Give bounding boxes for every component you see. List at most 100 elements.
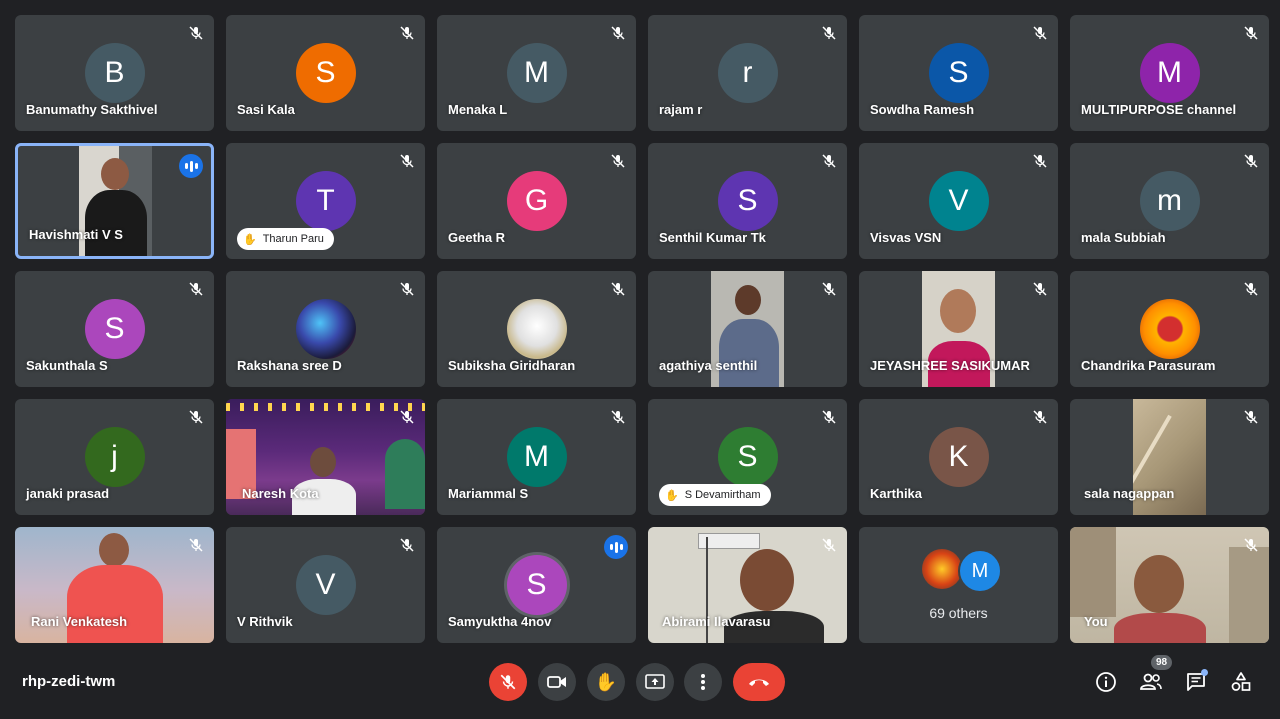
participant-tile[interactable]: Abirami Ilavarasu	[648, 527, 847, 643]
participant-name: Senthil Kumar Tk	[659, 230, 766, 245]
mic-off-icon	[189, 410, 203, 424]
avatar: V	[295, 555, 356, 615]
mic-off-icon	[822, 538, 836, 552]
chat-unread-dot	[1201, 669, 1208, 676]
participant-tile[interactable]: B Banumathy Sakthivel	[15, 15, 214, 131]
people-button[interactable]	[1137, 668, 1165, 696]
mic-off-icon	[611, 410, 625, 424]
avatar: K	[928, 427, 989, 487]
participant-tile[interactable]: Rani Venkatesh	[15, 527, 214, 643]
others-tile[interactable]: M 69 others	[859, 527, 1058, 643]
avatar: M	[506, 43, 567, 103]
present-screen-icon	[645, 674, 665, 689]
speaking-indicator-icon	[179, 154, 203, 178]
more-options-button[interactable]	[684, 663, 722, 701]
mic-toggle-button[interactable]	[489, 663, 527, 701]
mic-off-icon	[1244, 410, 1258, 424]
activities-button[interactable]	[1227, 668, 1255, 696]
raised-hand-icon: ✋	[243, 233, 257, 246]
participant-tile[interactable]: agathiya senthil	[648, 271, 847, 387]
mic-off-icon	[400, 282, 414, 296]
participant-tile[interactable]: Subiksha Giridharan	[437, 271, 636, 387]
leave-call-button[interactable]	[733, 663, 785, 701]
mic-off-icon	[400, 410, 414, 424]
mic-off-icon	[822, 282, 836, 296]
mic-off-icon	[1244, 538, 1258, 552]
participant-name: janaki prasad	[26, 486, 110, 501]
avatar: S	[717, 427, 778, 487]
participant-tile[interactable]: Naresh Kota	[226, 399, 425, 515]
participant-tile[interactable]: M MULTIPURPOSE channel	[1070, 15, 1269, 131]
participant-name: Sowdha Ramesh	[870, 102, 975, 117]
avatar: V	[928, 171, 989, 231]
avatar: M	[958, 549, 1002, 593]
participant-name: Menaka L	[448, 102, 508, 117]
avatar: S	[506, 555, 567, 615]
participant-name: Mariammal S	[448, 486, 529, 501]
meeting-details-button[interactable]	[1092, 668, 1120, 696]
avatar: r	[717, 43, 778, 103]
info-icon	[1096, 672, 1116, 692]
participant-tile[interactable]: S Sowdha Ramesh	[859, 15, 1058, 131]
participant-name: Chandrika Parasuram	[1081, 358, 1216, 373]
participant-tile[interactable]: sala nagappan	[1070, 399, 1269, 515]
participant-tile[interactable]: j janaki prasad	[15, 399, 214, 515]
mic-off-icon	[400, 538, 414, 552]
participant-tile[interactable]: r rajam r	[648, 15, 847, 131]
participant-tile[interactable]: S ✋ S Devamirtham	[648, 399, 847, 515]
participant-tile[interactable]: G Geetha R	[437, 143, 636, 259]
avatar: S	[84, 299, 145, 359]
participant-tile[interactable]: M Mariammal S	[437, 399, 636, 515]
avatar-image	[922, 549, 962, 589]
mic-off-icon	[822, 410, 836, 424]
participant-tile[interactable]: T ✋ Tharun Paru	[226, 143, 425, 259]
participant-name: Subiksha Giridharan	[448, 358, 576, 373]
mic-off-icon	[1033, 154, 1047, 168]
participant-name: Geetha R	[448, 230, 506, 245]
participant-tile[interactable]: M Menaka L	[437, 15, 636, 131]
activities-shapes-icon	[1231, 672, 1251, 691]
participant-tile[interactable]: K Karthika	[859, 399, 1058, 515]
camera-toggle-button[interactable]	[538, 663, 576, 701]
mic-off-icon	[1033, 410, 1047, 424]
participant-tile[interactable]: V V Rithvik	[226, 527, 425, 643]
mic-off-icon	[189, 538, 203, 552]
avatar: j	[84, 427, 145, 487]
participant-tile-speaking[interactable]: S Samyuktha 4nov	[437, 527, 636, 643]
mic-off-icon	[1244, 26, 1258, 40]
raise-hand-button[interactable]: ✋	[587, 663, 625, 701]
self-tile[interactable]: You	[1070, 527, 1269, 643]
mic-off-icon	[189, 26, 203, 40]
participant-name: mala Subbiah	[1081, 230, 1166, 245]
present-screen-button[interactable]	[636, 663, 674, 701]
participant-tile-speaking[interactable]: Havishmati V S	[15, 143, 214, 259]
mic-off-icon	[189, 282, 203, 296]
participant-name: Sasi Kala	[237, 102, 295, 117]
avatar: S	[928, 43, 989, 103]
mic-off-icon	[611, 154, 625, 168]
avatar: M	[1139, 43, 1200, 103]
avatar: m	[1139, 171, 1200, 231]
others-avatars: M	[922, 549, 1002, 593]
participant-tile[interactable]: Rakshana sree D	[226, 271, 425, 387]
mic-off-icon	[1244, 154, 1258, 168]
participant-tile[interactable]: Chandrika Parasuram	[1070, 271, 1269, 387]
mic-off-icon	[400, 26, 414, 40]
avatar-image	[295, 299, 356, 359]
participant-tile[interactable]: V Visvas VSN	[859, 143, 1058, 259]
participant-tile[interactable]: m mala Subbiah	[1070, 143, 1269, 259]
mic-off-icon	[822, 26, 836, 40]
participant-name: agathiya senthil	[659, 358, 758, 373]
avatar: T	[295, 171, 356, 231]
participant-tile[interactable]: S Sakunthala S	[15, 271, 214, 387]
participant-name: Tharun Paru	[262, 233, 324, 245]
participant-name: You	[1084, 614, 1108, 629]
participant-tile[interactable]: S Sasi Kala	[226, 15, 425, 131]
avatar: G	[506, 171, 567, 231]
mic-off-icon	[1033, 26, 1047, 40]
raised-hand-icon: ✋	[665, 489, 679, 502]
participant-name: S Devamirtham	[684, 489, 761, 501]
mic-off-icon	[400, 154, 414, 168]
participant-tile[interactable]: JEYASHREE SASIKUMAR	[859, 271, 1058, 387]
participant-tile[interactable]: S Senthil Kumar Tk	[648, 143, 847, 259]
